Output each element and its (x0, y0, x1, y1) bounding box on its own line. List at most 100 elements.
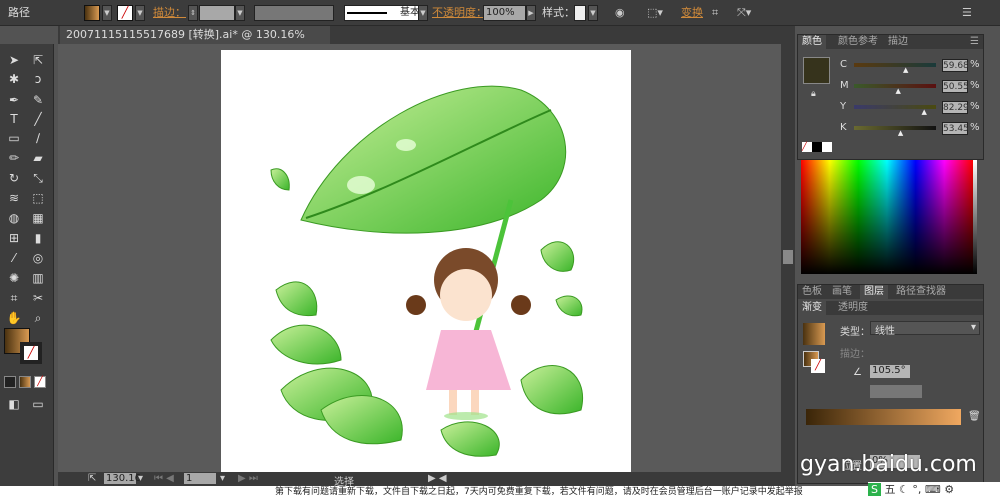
warp-tool-icon[interactable]: ≋ (6, 190, 22, 206)
none-mode-button[interactable]: ╱ (34, 376, 46, 388)
canvas[interactable] (58, 44, 781, 480)
select-similar-icon[interactable]: ⤧▾ (737, 5, 751, 21)
stroke-weight-input[interactable] (199, 5, 235, 21)
blend-tool-icon[interactable]: ◎ (30, 250, 46, 266)
tab-pathfinder[interactable]: 路径查找器 (896, 285, 946, 299)
isolate-icon[interactable]: ⌗ (712, 5, 718, 21)
direct-selection-tool-icon[interactable]: ⇱ (30, 52, 46, 68)
eyedropper-icon[interactable]: ⁄ (6, 250, 22, 266)
panel-menu-icon[interactable]: ☰ (962, 5, 972, 21)
pencil-tool-icon[interactable]: ✏ (6, 150, 22, 166)
zoom-input[interactable]: 130.16 (104, 473, 141, 484)
gradient-tool-icon[interactable]: ▮ (30, 230, 46, 246)
zoom-dropdown[interactable]: ▾ (138, 473, 143, 484)
color-mode-button[interactable] (4, 376, 16, 388)
brush-tool-icon[interactable]: ∕ (30, 130, 46, 146)
color-spectrum[interactable] (801, 160, 973, 274)
channel-value-input[interactable]: 50.55 (942, 80, 969, 93)
delete-stop-icon[interactable]: 🗑︎ (968, 411, 981, 422)
slider-thumb[interactable]: ▲ (903, 66, 908, 74)
slider-thumb[interactable]: ▲ (895, 87, 900, 95)
fill-dropdown[interactable]: ▼ (102, 5, 112, 21)
channel-slider[interactable]: ▲ (854, 84, 936, 95)
tab-gradient[interactable]: 渐变 (798, 301, 826, 315)
type-select[interactable]: 线性 ▾ (870, 321, 980, 337)
tab-transparency[interactable]: 透明度 (838, 301, 868, 315)
slice-tool-icon[interactable]: ✂ (30, 290, 46, 306)
next-artboard-button[interactable]: ▶ ⏭ (238, 473, 258, 484)
recolor-icon[interactable]: ◉ (615, 5, 625, 21)
stroke-swatch[interactable]: ╱ (117, 5, 133, 21)
stroke-weight-stepper[interactable]: ⇕ (188, 5, 198, 21)
status-menu-button[interactable]: ▶ ◀ (428, 473, 447, 484)
style-swatch[interactable] (574, 5, 586, 21)
graph-tool-icon[interactable]: ▥ (30, 270, 46, 286)
tab-color[interactable]: 颜色 (798, 35, 826, 49)
gradient-preview[interactable] (803, 323, 825, 345)
slider-thumb[interactable]: ▲ (898, 129, 903, 137)
stroke-weight-dropdown[interactable]: ▼ (235, 5, 245, 21)
hand-tool-icon[interactable]: ✋ (6, 310, 22, 326)
tab-color-guide[interactable]: 颜色参考 (838, 35, 878, 49)
artboard-tool-icon[interactable]: ⌗ (6, 290, 22, 306)
aspect-input[interactable] (870, 385, 922, 398)
channel-value-input[interactable]: 53.45 (942, 122, 969, 135)
panel-menu-icon[interactable]: ☰ (970, 35, 979, 49)
channel-slider[interactable]: ▲ (854, 105, 936, 116)
fill-color-preview[interactable] (803, 57, 830, 84)
rotate-tool-icon[interactable]: ↻ (6, 170, 22, 186)
channel-value-input[interactable]: 82.29 (942, 101, 969, 114)
slider-thumb[interactable]: ▲ (921, 108, 926, 116)
opacity-dropdown[interactable]: ▶ (526, 5, 536, 21)
mesh-tool-icon[interactable]: ⊞ (6, 230, 22, 246)
shape-builder-icon[interactable]: ◍ (6, 210, 22, 226)
opacity-label[interactable]: 不透明度： (432, 5, 487, 21)
stroke-label[interactable]: 描边： (153, 5, 186, 21)
black-swatch[interactable] (812, 142, 822, 152)
transform-link[interactable]: 变换 (681, 5, 703, 21)
scale-tool-icon[interactable]: ⤡ (30, 170, 46, 186)
brush-dropdown[interactable]: ▼ (418, 5, 428, 21)
eraser-tool-icon[interactable]: ▰ (30, 150, 46, 166)
none-swatch[interactable]: ╱ (802, 142, 812, 152)
channel-slider[interactable]: ▲ (854, 126, 936, 137)
white-swatch[interactable] (822, 142, 832, 152)
grayscale-ramp[interactable] (973, 160, 977, 274)
type-tool-icon[interactable]: T (6, 111, 22, 127)
vertical-scrollbar[interactable] (781, 44, 795, 472)
document-tab[interactable]: 20071115115517689 [转换].ai* @ 130.16% (RG… (60, 26, 330, 59)
stroke-dropdown[interactable]: ▼ (135, 5, 145, 21)
screen-mode-icon[interactable]: ▭ (30, 396, 46, 412)
zoom-tool-icon[interactable]: ⌕ (30, 310, 46, 326)
first-artboard-button[interactable]: ⏮ ◀ (154, 473, 174, 484)
draw-mode-icon[interactable]: ◧ (6, 396, 22, 412)
sogou-icon[interactable]: S (868, 483, 881, 496)
gradient-stroke-icon[interactable]: ╱ (811, 359, 825, 373)
share-icon[interactable]: ⇱ (88, 473, 96, 484)
line-tool-icon[interactable]: ╱ (30, 111, 46, 127)
fill-swatch[interactable] (84, 5, 100, 21)
channel-slider[interactable]: ▲ (854, 63, 936, 74)
tab-stroke[interactable]: 描边 (888, 35, 908, 49)
scroll-thumb[interactable] (783, 250, 793, 264)
perspective-grid-icon[interactable]: ▦ (30, 210, 46, 226)
pen-tool-icon[interactable]: ✒ (6, 92, 22, 108)
magic-wand-icon[interactable]: ✱ (6, 71, 22, 87)
tab-swatches[interactable]: 色板 (802, 285, 822, 299)
lasso-icon[interactable]: ↄ (30, 71, 46, 87)
selection-tool-icon[interactable]: ➤ (6, 52, 22, 68)
opacity-input[interactable]: 100% (483, 5, 526, 21)
align-icon[interactable]: ⬚▾ (647, 5, 663, 21)
symbol-sprayer-icon[interactable]: ✺ (6, 270, 22, 286)
ime-mode[interactable]: 五 (884, 483, 895, 496)
variable-width-select[interactable] (254, 5, 334, 21)
rectangle-tool-icon[interactable]: ▭ (6, 130, 22, 146)
artboard-dropdown[interactable]: ▾ (220, 473, 225, 484)
brush-select[interactable]: 基本 (344, 5, 424, 21)
style-dropdown[interactable]: ▼ (588, 5, 598, 21)
tab-brushes[interactable]: 画笔 (832, 285, 852, 299)
gradient-mode-button[interactable] (19, 376, 31, 388)
tab-layers[interactable]: 图层 (860, 285, 888, 299)
artboard-input[interactable]: 1 (184, 473, 216, 484)
curvature-icon[interactable]: ✎ (30, 92, 46, 108)
